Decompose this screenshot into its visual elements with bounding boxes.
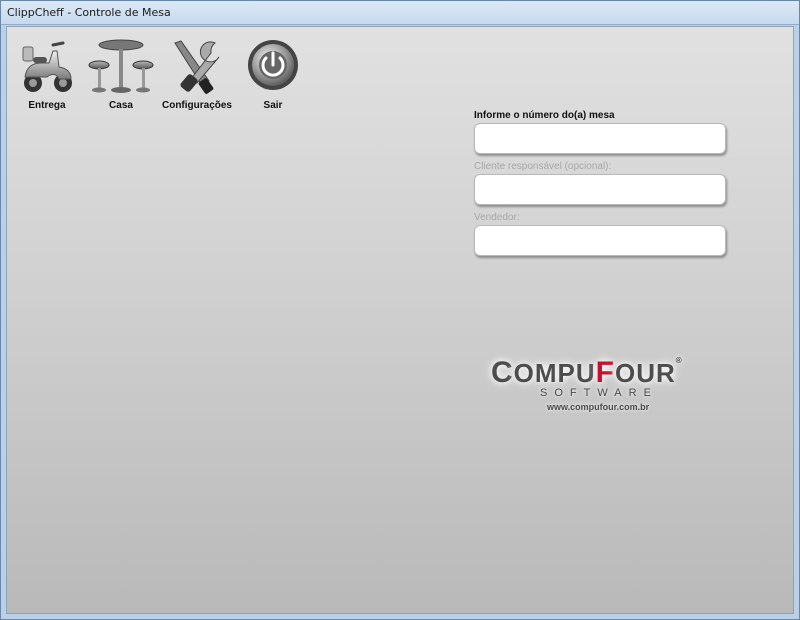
table-stools-icon: [88, 39, 154, 93]
tools-icon: [174, 40, 220, 94]
compufour-logo: COMPUFOUR® SOFTWARE www.compufour.com.br: [477, 352, 717, 412]
entrega-button[interactable]: Entrega: [9, 37, 85, 117]
casa-label: Casa: [109, 100, 133, 111]
cliente-label: Cliente responsável (opcional):: [474, 161, 612, 172]
logo-url: www.compufour.com.br: [547, 402, 650, 412]
sair-button[interactable]: Sair: [235, 37, 311, 117]
power-icon: [248, 40, 298, 90]
casa-button[interactable]: Casa: [83, 37, 159, 117]
configuracoes-button[interactable]: Configurações: [159, 37, 235, 117]
configuracoes-label: Configurações: [161, 100, 232, 111]
vendedor-input[interactable]: [474, 225, 726, 256]
entrega-label: Entrega: [28, 100, 66, 111]
mesa-label: Informe o número do(a) mesa: [474, 110, 615, 121]
mesa-input[interactable]: [474, 123, 726, 154]
title-bar[interactable]: ClippCheff - Controle de Mesa: [1, 1, 799, 25]
vendedor-label: Vendedor:: [474, 212, 520, 223]
logo-brand: COMPUFOUR®: [491, 356, 683, 389]
scooter-icon: [22, 41, 72, 92]
window-title: ClippCheff - Controle de Mesa: [7, 6, 171, 19]
logo-subtitle: SOFTWARE: [540, 387, 658, 399]
cliente-input[interactable]: [474, 174, 726, 205]
main-panel: Entrega Casa Configurações Sair Informe …: [6, 26, 794, 614]
app-window: ClippCheff - Controle de Mesa Entrega Ca…: [0, 0, 800, 620]
sair-label: Sair: [263, 100, 283, 111]
